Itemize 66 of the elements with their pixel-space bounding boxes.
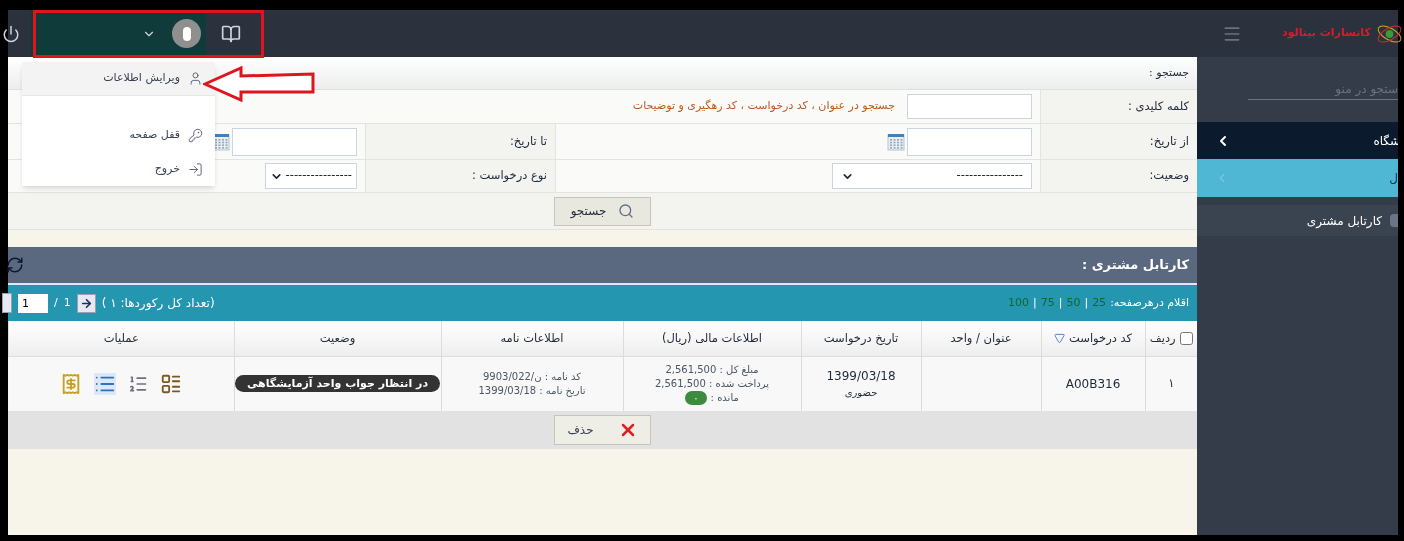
link-divider: | xyxy=(1032,294,1037,311)
field-label: تا تاریخ: xyxy=(509,132,547,150)
select-all-checkbox[interactable] xyxy=(1179,331,1193,345)
date-note: حضوری xyxy=(844,386,878,401)
letter-line: کد نامه : ن/9903/022 xyxy=(482,369,582,384)
hint-text: جستجو در عنوان ، کد درخواست ، کد رهگیری و توضیحات xyxy=(632,98,895,115)
invoice-icon[interactable] xyxy=(60,372,82,395)
delete-button[interactable]: حذف xyxy=(554,415,651,445)
request-type-select[interactable]: ---------------- xyxy=(265,163,357,189)
column-header: عنوان / واحد xyxy=(950,330,1012,345)
page-separator: / xyxy=(54,294,58,311)
panel-title: جستجو : xyxy=(1149,64,1189,81)
exit-icon xyxy=(188,161,203,177)
date-input[interactable] xyxy=(232,127,357,156)
column-header: وضعیت xyxy=(319,330,356,345)
menu-subsection[interactable]: ل xyxy=(1197,159,1398,197)
column-header: عملیات xyxy=(103,330,139,345)
sort-icon[interactable] xyxy=(1054,332,1065,344)
status-select[interactable]: ---------------- xyxy=(832,163,1032,189)
request-date: 1399/03/18 xyxy=(826,368,896,386)
remaining-badge: ۰ xyxy=(685,390,707,405)
search-icon xyxy=(618,203,635,219)
menu-search-field[interactable]: ستجو در منو xyxy=(1248,78,1398,100)
arrow-icon xyxy=(79,296,93,310)
menu-item[interactable]: خروج xyxy=(22,152,215,186)
menu-item[interactable]: کارتابل مشتری xyxy=(1197,205,1398,236)
finance-line: مبلغ کل : 2,561,500 xyxy=(665,362,759,377)
calendar-icon xyxy=(887,132,905,151)
power-icon[interactable] xyxy=(2,24,20,43)
keyword-input[interactable] xyxy=(907,94,1032,119)
key-icon xyxy=(188,127,203,143)
field-label: از تاریخ: xyxy=(1149,132,1189,150)
request-code: A00B316 xyxy=(1065,376,1121,391)
page-total: 1 xyxy=(63,294,71,311)
last-page-button[interactable] xyxy=(2,293,12,313)
row-number: ۱ xyxy=(1168,376,1175,391)
column-header: تاریخ درخواست xyxy=(823,330,899,345)
column-header: کد درخواست xyxy=(1069,329,1132,347)
column-header: اطلاعات نامه xyxy=(500,330,564,345)
field-label: وضعیت: xyxy=(1149,167,1189,185)
menu-item[interactable]: قفل صفحه xyxy=(22,118,215,152)
status-badge: در انتظار جواب واحد آزمایشگاهی xyxy=(234,375,441,392)
avatar-icon xyxy=(172,19,201,48)
refresh-icon[interactable] xyxy=(6,256,24,274)
finance-line: مانده : xyxy=(710,390,739,405)
date-input[interactable] xyxy=(907,127,1032,156)
book-icon[interactable] xyxy=(221,23,241,44)
section-title: کارتابل مشتری : xyxy=(1082,256,1189,275)
company-logo: کانسارات بینالود xyxy=(1282,18,1404,49)
detail-list-icon[interactable] xyxy=(94,372,116,395)
search-button[interactable]: جستجو xyxy=(554,196,651,226)
field-label: نوع درخواست : xyxy=(471,167,547,185)
column-header: ردیف xyxy=(1149,329,1176,347)
letter-line: تاریخ نامه : 1399/03/18 xyxy=(478,383,586,398)
link-divider: | xyxy=(1084,294,1089,311)
link-divider: | xyxy=(1058,294,1063,311)
record-count: (تعداد کل رکوردها: ۱ ) xyxy=(101,295,215,312)
next-page-button[interactable] xyxy=(76,293,96,313)
checklist-icon[interactable] xyxy=(160,372,182,395)
page-input[interactable]: 1 xyxy=(18,293,48,313)
column-header: اطلاعات مالی (ریال) xyxy=(661,330,763,345)
user-icon xyxy=(188,71,203,86)
menu-item[interactable]: ویرایش اطلاعات xyxy=(22,62,215,96)
field-label: کلمه کلیدی : xyxy=(1127,97,1189,115)
finance-line: پرداخت شده : 2,561,500 xyxy=(654,376,770,391)
per-page-label: اقلام درهرصفحه: xyxy=(1110,294,1189,311)
